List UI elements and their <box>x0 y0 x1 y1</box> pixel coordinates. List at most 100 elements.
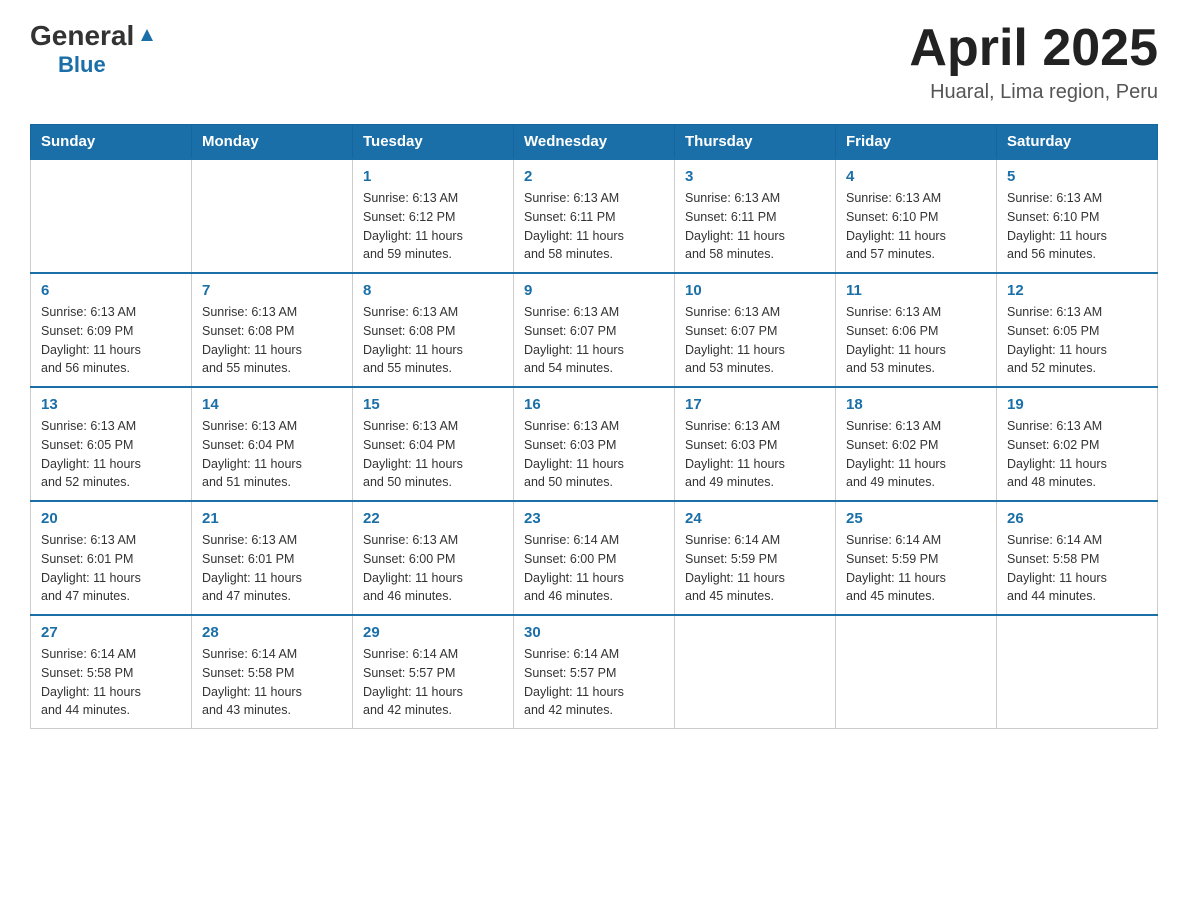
day-info: Sunrise: 6:13 AM Sunset: 6:11 PM Dayligh… <box>524 189 664 264</box>
calendar-cell <box>192 159 353 273</box>
day-info: Sunrise: 6:13 AM Sunset: 6:07 PM Dayligh… <box>524 303 664 378</box>
calendar-cell: 29 Sunrise: 6:14 AM Sunset: 5:57 PM Dayli… <box>353 615 514 729</box>
day-number: 1 <box>363 168 503 185</box>
day-number: 8 <box>363 282 503 299</box>
day-info: Sunrise: 6:13 AM Sunset: 6:10 PM Dayligh… <box>1007 189 1147 264</box>
main-title: April 2025 <box>909 20 1158 77</box>
day-number: 14 <box>202 396 342 413</box>
day-number: 9 <box>524 282 664 299</box>
day-info: Sunrise: 6:14 AM Sunset: 5:57 PM Dayligh… <box>524 645 664 720</box>
calendar-cell: 25 Sunrise: 6:14 AM Sunset: 5:59 PM Dayli… <box>836 501 997 615</box>
day-info: Sunrise: 6:14 AM Sunset: 5:57 PM Dayligh… <box>363 645 503 720</box>
weekday-header-saturday: Saturday <box>997 125 1158 160</box>
calendar-cell: 8Sunrise: 6:13 AM Sunset: 6:08 PM Daylig… <box>353 273 514 387</box>
day-info: Sunrise: 6:14 AM Sunset: 5:59 PM Dayligh… <box>846 531 986 606</box>
logo-triangle-icon <box>136 23 158 45</box>
calendar-cell: 27 Sunrise: 6:14 AM Sunset: 5:58 PM Dayli… <box>31 615 192 729</box>
day-number: 20 <box>41 510 181 527</box>
calendar-cell: 18 Sunrise: 6:13 AM Sunset: 6:02 PM Dayli… <box>836 387 997 501</box>
day-number: 17 <box>685 396 825 413</box>
day-info: Sunrise: 6:13 AM Sunset: 6:01 PM Dayligh… <box>41 531 181 606</box>
calendar-week-5: 27 Sunrise: 6:14 AM Sunset: 5:58 PM Dayli… <box>31 615 1158 729</box>
calendar-cell: 13 Sunrise: 6:13 AM Sunset: 6:05 PM Dayli… <box>31 387 192 501</box>
calendar-cell <box>31 159 192 273</box>
weekday-header-wednesday: Wednesday <box>514 125 675 160</box>
day-number: 15 <box>363 396 503 413</box>
calendar-cell: 26 Sunrise: 6:14 AM Sunset: 5:58 PM Dayli… <box>997 501 1158 615</box>
day-info: Sunrise: 6:13 AM Sunset: 6:12 PM Dayligh… <box>363 189 503 264</box>
calendar-cell <box>836 615 997 729</box>
calendar-cell: 5 Sunrise: 6:13 AM Sunset: 6:10 PM Daylig… <box>997 159 1158 273</box>
calendar-week-4: 20 Sunrise: 6:13 AM Sunset: 6:01 PM Dayli… <box>31 501 1158 615</box>
day-info: Sunrise: 6:13 AM Sunset: 6:05 PM Dayligh… <box>41 417 181 492</box>
calendar-week-1: 1 Sunrise: 6:13 AM Sunset: 6:12 PM Daylig… <box>31 159 1158 273</box>
day-number: 19 <box>1007 396 1147 413</box>
day-number: 24 <box>685 510 825 527</box>
logo: General Blue <box>30 20 158 78</box>
day-info: Sunrise: 6:13 AM Sunset: 6:09 PM Dayligh… <box>41 303 181 378</box>
day-number: 16 <box>524 396 664 413</box>
day-number: 21 <box>202 510 342 527</box>
title-block: April 2025 Huaral, Lima region, Peru <box>909 20 1158 104</box>
day-info: Sunrise: 6:13 AM Sunset: 6:11 PM Dayligh… <box>685 189 825 264</box>
calendar-cell: 12Sunrise: 6:13 AM Sunset: 6:05 PM Dayli… <box>997 273 1158 387</box>
day-number: 22 <box>363 510 503 527</box>
calendar-cell <box>675 615 836 729</box>
weekday-header-thursday: Thursday <box>675 125 836 160</box>
day-info: Sunrise: 6:13 AM Sunset: 6:03 PM Dayligh… <box>524 417 664 492</box>
day-info: Sunrise: 6:13 AM Sunset: 6:00 PM Dayligh… <box>363 531 503 606</box>
calendar-cell: 7Sunrise: 6:13 AM Sunset: 6:08 PM Daylig… <box>192 273 353 387</box>
day-info: Sunrise: 6:13 AM Sunset: 6:04 PM Dayligh… <box>202 417 342 492</box>
calendar-week-3: 13 Sunrise: 6:13 AM Sunset: 6:05 PM Dayli… <box>31 387 1158 501</box>
weekday-header-monday: Monday <box>192 125 353 160</box>
logo-general-text: General <box>30 20 134 52</box>
day-info: Sunrise: 6:13 AM Sunset: 6:07 PM Dayligh… <box>685 303 825 378</box>
day-info: Sunrise: 6:14 AM Sunset: 6:00 PM Dayligh… <box>524 531 664 606</box>
calendar-cell: 3Sunrise: 6:13 AM Sunset: 6:11 PM Daylig… <box>675 159 836 273</box>
day-info: Sunrise: 6:13 AM Sunset: 6:04 PM Dayligh… <box>363 417 503 492</box>
day-number: 13 <box>41 396 181 413</box>
calendar-cell: 22 Sunrise: 6:13 AM Sunset: 6:00 PM Dayli… <box>353 501 514 615</box>
page-header: General Blue April 2025 Huaral, Lima reg… <box>30 20 1158 104</box>
calendar-cell: 23Sunrise: 6:14 AM Sunset: 6:00 PM Dayli… <box>514 501 675 615</box>
calendar-week-2: 6Sunrise: 6:13 AM Sunset: 6:09 PM Daylig… <box>31 273 1158 387</box>
day-info: Sunrise: 6:14 AM Sunset: 5:58 PM Dayligh… <box>41 645 181 720</box>
calendar-cell: 6Sunrise: 6:13 AM Sunset: 6:09 PM Daylig… <box>31 273 192 387</box>
calendar-cell: 2 Sunrise: 6:13 AM Sunset: 6:11 PM Daylig… <box>514 159 675 273</box>
day-number: 11 <box>846 282 986 299</box>
day-number: 5 <box>1007 168 1147 185</box>
calendar-cell: 11 Sunrise: 6:13 AM Sunset: 6:06 PM Dayli… <box>836 273 997 387</box>
subtitle: Huaral, Lima region, Peru <box>909 81 1158 104</box>
calendar-cell: 21 Sunrise: 6:13 AM Sunset: 6:01 PM Dayli… <box>192 501 353 615</box>
day-info: Sunrise: 6:14 AM Sunset: 5:59 PM Dayligh… <box>685 531 825 606</box>
calendar-cell: 17Sunrise: 6:13 AM Sunset: 6:03 PM Dayli… <box>675 387 836 501</box>
calendar-cell: 9 Sunrise: 6:13 AM Sunset: 6:07 PM Daylig… <box>514 273 675 387</box>
day-info: Sunrise: 6:14 AM Sunset: 5:58 PM Dayligh… <box>202 645 342 720</box>
day-number: 26 <box>1007 510 1147 527</box>
calendar-cell: 28Sunrise: 6:14 AM Sunset: 5:58 PM Dayli… <box>192 615 353 729</box>
calendar-cell: 15 Sunrise: 6:13 AM Sunset: 6:04 PM Dayli… <box>353 387 514 501</box>
calendar-cell: 10 Sunrise: 6:13 AM Sunset: 6:07 PM Dayli… <box>675 273 836 387</box>
day-number: 29 <box>363 624 503 641</box>
day-number: 25 <box>846 510 986 527</box>
day-info: Sunrise: 6:13 AM Sunset: 6:06 PM Dayligh… <box>846 303 986 378</box>
day-number: 2 <box>524 168 664 185</box>
day-info: Sunrise: 6:14 AM Sunset: 5:58 PM Dayligh… <box>1007 531 1147 606</box>
calendar-cell: 24 Sunrise: 6:14 AM Sunset: 5:59 PM Dayli… <box>675 501 836 615</box>
day-number: 27 <box>41 624 181 641</box>
day-number: 18 <box>846 396 986 413</box>
calendar-cell: 16 Sunrise: 6:13 AM Sunset: 6:03 PM Dayli… <box>514 387 675 501</box>
day-number: 10 <box>685 282 825 299</box>
calendar-cell: 20 Sunrise: 6:13 AM Sunset: 6:01 PM Dayli… <box>31 501 192 615</box>
weekday-header-tuesday: Tuesday <box>353 125 514 160</box>
day-number: 7 <box>202 282 342 299</box>
day-info: Sunrise: 6:13 AM Sunset: 6:02 PM Dayligh… <box>1007 417 1147 492</box>
calendar-header-row: SundayMondayTuesdayWednesdayThursdayFrid… <box>31 125 1158 160</box>
weekday-header-sunday: Sunday <box>31 125 192 160</box>
calendar-cell: 14 Sunrise: 6:13 AM Sunset: 6:04 PM Dayli… <box>192 387 353 501</box>
calendar-cell: 4Sunrise: 6:13 AM Sunset: 6:10 PM Daylig… <box>836 159 997 273</box>
day-info: Sunrise: 6:13 AM Sunset: 6:05 PM Dayligh… <box>1007 303 1147 378</box>
day-info: Sunrise: 6:13 AM Sunset: 6:02 PM Dayligh… <box>846 417 986 492</box>
day-number: 30 <box>524 624 664 641</box>
day-info: Sunrise: 6:13 AM Sunset: 6:01 PM Dayligh… <box>202 531 342 606</box>
